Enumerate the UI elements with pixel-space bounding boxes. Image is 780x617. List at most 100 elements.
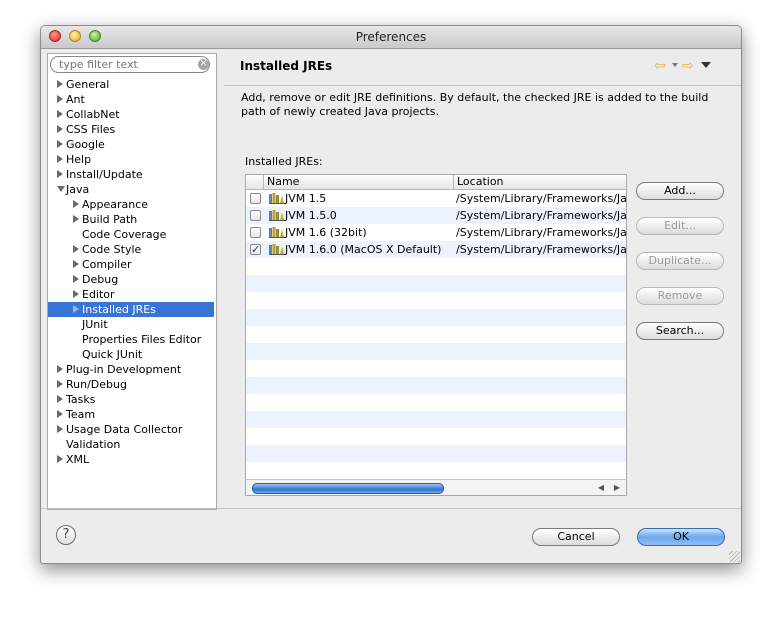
tree-item[interactable]: Quick JUnit (48, 347, 214, 362)
search-button[interactable]: Search... (636, 322, 724, 340)
tree-item[interactable]: Debug (48, 272, 214, 287)
tree-item[interactable]: Code Style (48, 242, 214, 257)
default-jre-checkbox[interactable] (250, 193, 261, 204)
disclosure-closed-icon[interactable] (57, 395, 63, 403)
installed-jres-table: Name Location JVM 1.5/System/Library/Fra… (245, 174, 627, 496)
tree-item-label: Java (66, 183, 90, 196)
default-jre-checkbox[interactable]: ✓ (250, 244, 261, 255)
forward-arrow-icon[interactable]: ⇨ (682, 58, 694, 74)
help-icon[interactable]: ? (56, 525, 76, 545)
title-bar[interactable]: Preferences (41, 26, 741, 49)
empty-table-row (246, 377, 626, 394)
tree-item[interactable]: Ant (48, 92, 214, 107)
tree-item-label: JUnit (82, 318, 108, 331)
back-history-dropdown-icon[interactable] (672, 63, 678, 67)
tree-item[interactable]: Appearance (48, 197, 214, 212)
table-row[interactable]: JVM 1.5.0/System/Library/Frameworks/Java… (246, 207, 626, 224)
clear-icon[interactable]: ✕ (198, 59, 209, 70)
tree-item-label: Debug (82, 273, 119, 286)
disclosure-closed-icon[interactable] (57, 95, 63, 103)
empty-table-row (246, 360, 626, 377)
disclosure-closed-icon[interactable] (73, 275, 79, 283)
disclosure-closed-icon[interactable] (73, 260, 79, 268)
tree-item-label: Validation (66, 438, 121, 451)
cancel-button[interactable]: Cancel (532, 528, 620, 546)
tree-item[interactable]: Compiler (48, 257, 214, 272)
empty-table-row (246, 292, 626, 309)
edit-button[interactable]: Edit... (636, 217, 724, 235)
ok-button[interactable]: OK (637, 528, 725, 546)
filter-input[interactable] (50, 56, 210, 73)
back-arrow-icon[interactable]: ⇦ (654, 58, 666, 74)
tree-item-label: Editor (82, 288, 115, 301)
add-button[interactable]: Add... (636, 182, 724, 200)
default-jre-checkbox[interactable] (250, 227, 261, 238)
tree-item-label: Help (66, 153, 92, 166)
view-menu-icon[interactable] (701, 62, 711, 68)
column-header-name[interactable]: Name (264, 175, 456, 189)
tree-item[interactable]: Code Coverage (48, 227, 214, 242)
disclosure-closed-icon[interactable] (57, 140, 63, 148)
tree-item[interactable]: Tasks (48, 392, 214, 407)
disclosure-closed-icon[interactable] (57, 170, 63, 178)
disclosure-open-icon[interactable] (57, 186, 65, 192)
disclosure-closed-icon[interactable] (57, 425, 63, 433)
tree-item-label: Usage Data Collector (66, 423, 183, 436)
tree-item-label: Code Style (82, 243, 142, 256)
tree-item[interactable]: Build Path (48, 212, 214, 227)
jre-location-cell: /System/Library/Frameworks/JavaVM.framew… (456, 226, 626, 239)
disclosure-closed-icon[interactable] (73, 305, 79, 313)
scroll-right-icon[interactable]: ▶ (612, 482, 622, 493)
tree-item[interactable]: XML (48, 452, 214, 467)
disclosure-closed-icon[interactable] (57, 155, 63, 163)
table-row[interactable]: JVM 1.6 (32bit) /System/Library/Framework… (246, 224, 626, 241)
tree-item[interactable]: Usage Data Collector (48, 422, 214, 437)
disclosure-closed-icon[interactable] (73, 215, 79, 223)
table-row[interactable]: JVM 1.5/System/Library/Frameworks/JavaVM… (246, 190, 626, 207)
disclosure-closed-icon[interactable] (73, 245, 79, 253)
tree-item-label: XML (66, 453, 90, 466)
window-title: Preferences (355, 30, 427, 44)
tree-item[interactable]: Help (48, 152, 214, 167)
disclosure-closed-icon[interactable] (57, 80, 63, 88)
disclosure-closed-icon[interactable] (57, 410, 63, 418)
jre-library-icon (269, 193, 285, 204)
scroll-left-icon[interactable]: ◀ (596, 482, 606, 493)
column-header-location[interactable]: Location (454, 175, 626, 189)
tree-item[interactable]: Team (48, 407, 214, 422)
disclosure-closed-icon[interactable] (73, 200, 79, 208)
empty-table-row (246, 394, 626, 411)
resize-grip-icon[interactable] (729, 551, 740, 562)
disclosure-closed-icon[interactable] (57, 380, 63, 388)
tree-item[interactable]: Install/Update (48, 167, 214, 182)
tree-item[interactable]: Plug-in Development (48, 362, 214, 377)
empty-table-row (246, 258, 626, 275)
tree-item-label: Tasks (66, 393, 96, 406)
jre-name-cell: JVM 1.6 (32bit) (285, 226, 367, 239)
disclosure-closed-icon[interactable] (57, 365, 63, 373)
tree-item[interactable]: Validation (48, 437, 214, 452)
tree-item[interactable]: Properties Files Editor (48, 332, 214, 347)
scrollbar-thumb[interactable] (252, 483, 444, 494)
tree-item[interactable]: JUnit (48, 317, 214, 332)
tree-item[interactable]: Run/Debug (48, 377, 214, 392)
tree-item[interactable]: CollabNet (48, 107, 214, 122)
table-row[interactable]: ✓ JVM 1.6.0 (MacOS X Default) /System/Libr… (246, 241, 626, 258)
disclosure-closed-icon[interactable] (73, 290, 79, 298)
tree-item-label: Team (66, 408, 96, 421)
tree-item[interactable]: Java (48, 182, 214, 197)
remove-button[interactable]: Remove (636, 287, 724, 305)
empty-table-row (246, 309, 626, 326)
duplicate-button[interactable]: Duplicate... (636, 252, 724, 270)
default-jre-checkbox[interactable] (250, 210, 261, 221)
tree-item[interactable]: Google (48, 137, 214, 152)
horizontal-scrollbar[interactable]: ◀ ▶ (246, 479, 626, 495)
disclosure-closed-icon[interactable] (57, 125, 63, 133)
tree-item-label: Run/Debug (66, 378, 127, 391)
disclosure-closed-icon[interactable] (57, 110, 63, 118)
tree-item[interactable]: Installed JREs (48, 302, 214, 317)
tree-item[interactable]: CSS Files (48, 122, 214, 137)
disclosure-closed-icon[interactable] (57, 455, 63, 463)
tree-item[interactable]: General (48, 77, 214, 92)
tree-item[interactable]: Editor (48, 287, 214, 302)
